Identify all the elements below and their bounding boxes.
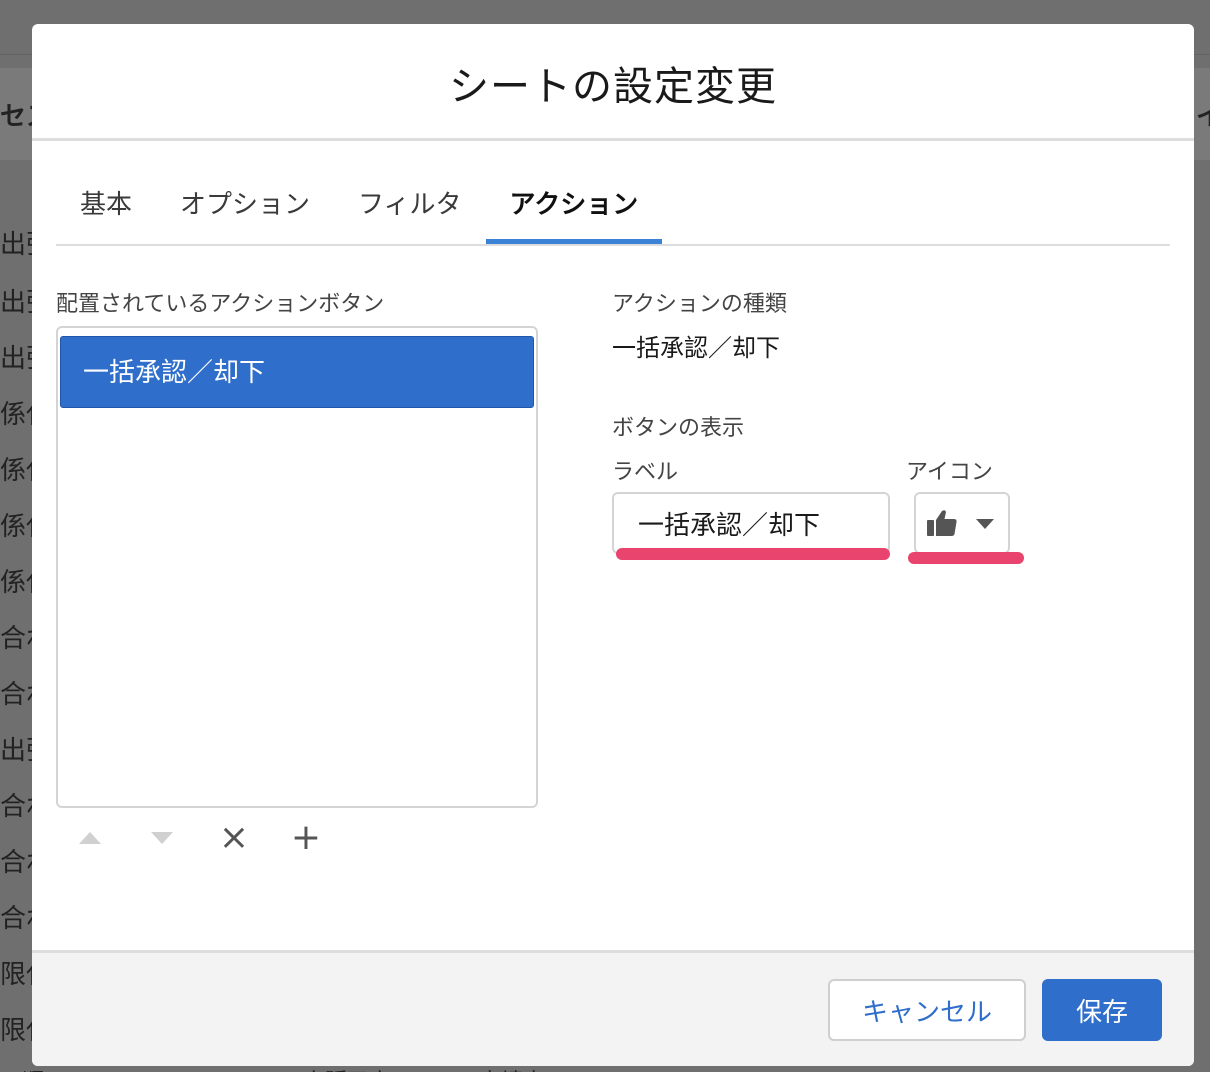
- move-down-button[interactable]: [144, 820, 180, 856]
- background-row: 出張: [0, 344, 32, 374]
- add-button[interactable]: +: [288, 820, 324, 856]
- background-row: 出張: [0, 230, 32, 260]
- save-button[interactable]: 保存: [1042, 979, 1162, 1041]
- thumbs-up-icon: [927, 510, 957, 536]
- background-row: 合わ: [0, 848, 32, 878]
- tab-filter[interactable]: フィルタ: [334, 184, 485, 242]
- triangle-down-icon: [151, 832, 173, 844]
- move-up-button[interactable]: [72, 820, 108, 856]
- dialog-title: シートの設定変更: [449, 64, 777, 110]
- tab-options[interactable]: オプション: [156, 184, 334, 242]
- dialog-header: シートの設定変更: [32, 24, 1194, 141]
- background-row: 係代: [0, 400, 32, 430]
- background-header-text-right: イ: [1196, 102, 1210, 132]
- delete-button[interactable]: ×: [216, 820, 252, 856]
- list-item[interactable]: 一括承認／却下: [60, 336, 534, 408]
- action-type-value: 一括承認／却下: [612, 334, 780, 362]
- dialog-footer: キャンセル 保存: [32, 950, 1194, 1066]
- background-row: 係代: [0, 568, 32, 598]
- background-row: 係代: [0, 512, 32, 542]
- placed-action-buttons-heading: 配置されているアクションボタン: [56, 292, 385, 317]
- close-icon: ×: [218, 817, 250, 858]
- background-row: 限代: [0, 1016, 32, 1046]
- background-row: 限代: [0, 960, 32, 990]
- plus-icon: +: [290, 817, 322, 858]
- background-row: 出張: [0, 736, 32, 766]
- background-row: 出張: [0, 288, 32, 318]
- background-row: 合わ: [0, 624, 32, 654]
- action-button-list[interactable]: 一括承認／却下: [56, 326, 538, 808]
- highlight-underline: [908, 552, 1024, 564]
- button-display-heading: ボタンの表示: [612, 416, 745, 441]
- cancel-button[interactable]: キャンセル: [828, 979, 1026, 1041]
- icon-heading: アイコン: [906, 460, 993, 485]
- background-row: 合わ: [0, 792, 32, 822]
- sheet-settings-dialog: シートの設定変更 基本 オプション フィルタ アクション 配置されているアクショ…: [32, 24, 1194, 1066]
- chevron-down-icon: [976, 519, 994, 529]
- label-heading: ラベル: [612, 460, 679, 485]
- background-row: 合わ: [0, 680, 32, 710]
- label-input[interactable]: [612, 492, 890, 554]
- triangle-up-icon: [79, 832, 101, 844]
- action-type-heading: アクションの種類: [612, 292, 787, 317]
- tab-basic[interactable]: 基本: [56, 184, 156, 242]
- tab-action[interactable]: アクション: [485, 184, 663, 244]
- highlight-underline: [616, 548, 890, 560]
- background-row: 合わ: [0, 904, 32, 934]
- background-row: 係代: [0, 456, 32, 486]
- icon-select[interactable]: [914, 492, 1010, 554]
- tab-bar: 基本 オプション フィルタ アクション: [56, 184, 1170, 246]
